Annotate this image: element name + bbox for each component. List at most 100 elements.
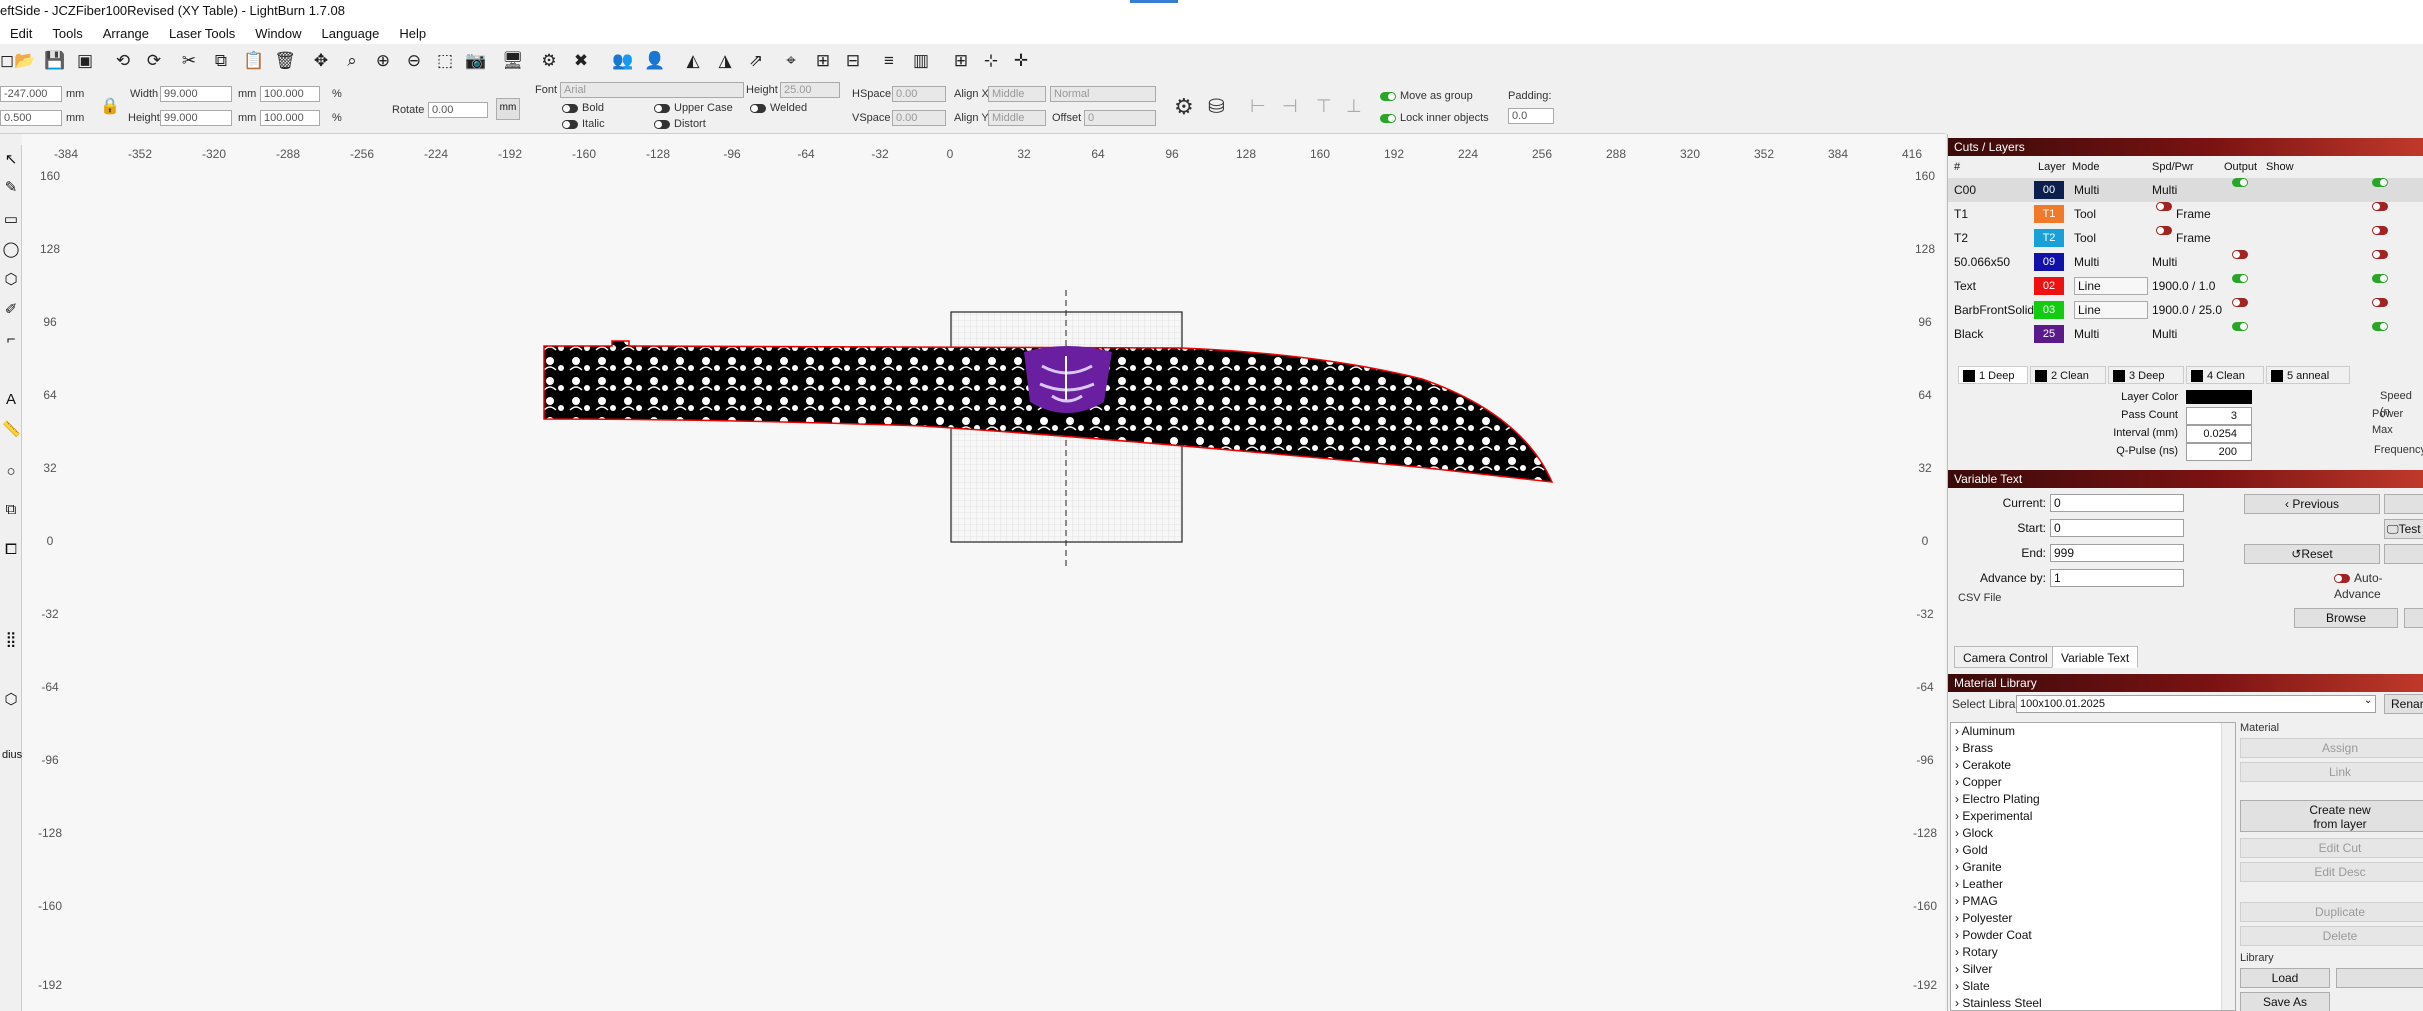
tiger-emblem[interactable] <box>1024 346 1112 413</box>
material-list-item[interactable]: › Powder Coat <box>1951 927 2032 944</box>
material-list-item[interactable]: › Gold <box>1951 842 1988 859</box>
boolean-icon[interactable]: ⧠ <box>2 541 20 559</box>
material-list-item[interactable]: › Granite <box>1951 859 2002 876</box>
spacing-icon[interactable]: ⊹ <box>980 50 1002 72</box>
load-button[interactable]: Load <box>2240 968 2330 988</box>
target-icon[interactable]: ⌖ <box>780 50 802 72</box>
design-canvas[interactable]: -384 -352 -320 -288 -256 -224 -192 -160 … <box>22 134 1945 1011</box>
tab-camera-control[interactable]: Camera Control <box>1954 646 2057 668</box>
polygon-icon[interactable]: ⬡ <box>2 271 20 289</box>
cut-icon[interactable]: ✂ <box>178 50 200 72</box>
material-list-item[interactable]: › Stainless Steel <box>1951 995 2042 1011</box>
redo-icon[interactable]: ⟳ <box>143 50 165 72</box>
material-list-item[interactable]: › Silver <box>1951 961 1992 978</box>
line-icon[interactable]: ⌐ <box>2 331 20 349</box>
grid-array-icon[interactable]: ⣿ <box>2 631 20 649</box>
advance-input[interactable]: 1 <box>2050 569 2184 587</box>
lock-icon[interactable]: 🔒 <box>100 96 120 116</box>
interval-input[interactable]: 0.0254 <box>2186 425 2252 443</box>
load-extra-button[interactable] <box>2336 968 2423 988</box>
material-list-item[interactable]: › PMAG <box>1951 893 1998 910</box>
monitor-icon[interactable]: 🖥 <box>502 50 524 72</box>
grid-icon[interactable]: ⊞ <box>950 50 972 72</box>
layer-color-chip[interactable]: 02 <box>2034 277 2064 295</box>
layer-mode[interactable]: Line <box>2074 277 2148 295</box>
cross-icon[interactable]: ✛ <box>1010 50 1032 72</box>
menu-window[interactable]: Window <box>245 26 311 41</box>
select-icon[interactable]: ↖ <box>2 151 20 169</box>
delete-material-button[interactable]: Delete <box>2240 926 2423 946</box>
layer-row[interactable]: T1 T1 Tool Frame <box>1948 202 2423 226</box>
align-bottom-icon[interactable]: ⊥ <box>1346 96 1362 117</box>
layer-color-chip[interactable]: 03 <box>2034 301 2064 319</box>
edit-cut-button[interactable]: Edit Cut <box>2240 838 2423 858</box>
gear-icon[interactable]: ⚙ <box>538 50 560 72</box>
ellipse-icon[interactable]: ◯ <box>2 241 20 259</box>
subtab-1-deep[interactable]: 1 Deep <box>1958 366 2028 384</box>
material-list-item[interactable]: › Aluminum <box>1951 723 2015 740</box>
font-height-input[interactable]: 25.00 <box>780 82 840 98</box>
circle-tool-icon[interactable]: ○ <box>2 463 20 481</box>
tab-variable-text[interactable]: Variable Text <box>2052 646 2139 668</box>
layer-color-chip[interactable]: T2 <box>2034 229 2064 247</box>
open-file-icon[interactable]: 📂 <box>14 50 36 72</box>
rotary-icon[interactable]: ⚙ <box>1174 94 1194 120</box>
mirror-h-icon[interactable]: ◭ <box>682 50 704 72</box>
save-icon[interactable]: 💾 <box>44 50 66 72</box>
width-percent-input[interactable]: 100.000 <box>260 86 320 102</box>
material-list-item[interactable]: › Polyester <box>1951 910 2012 927</box>
hspace-input[interactable]: 0.00 <box>892 86 946 102</box>
material-list-item[interactable]: › Glock <box>1951 825 1993 842</box>
camera-icon[interactable]: 📷 <box>465 50 487 72</box>
cylinder-icon[interactable]: ⛁ <box>1208 94 1225 119</box>
create-new-button[interactable]: Create new from layer <box>2240 800 2423 832</box>
height-input[interactable]: 99.000 <box>160 110 232 126</box>
layer-color-swatch[interactable] <box>2186 390 2252 404</box>
align-left-icon[interactable]: ⊢ <box>1250 96 1266 117</box>
material-list-item[interactable]: › Brass <box>1951 740 1993 757</box>
distort-toggle[interactable]: Distort <box>654 116 706 132</box>
material-list-item[interactable]: › Copper <box>1951 774 2002 791</box>
zoom-out-icon[interactable]: ⊖ <box>403 50 425 72</box>
align-x-select[interactable]: Middle <box>988 86 1046 102</box>
layer-color-chip[interactable]: 25 <box>2034 325 2064 343</box>
unit-toggle-button[interactable]: mm <box>496 98 520 120</box>
layer-row[interactable]: Black 25 Multi Multi <box>1948 322 2423 346</box>
layer-color-chip[interactable]: 09 <box>2034 253 2064 271</box>
extra-button[interactable] <box>2384 544 2423 564</box>
height-percent-input[interactable]: 100.000 <box>260 110 320 126</box>
move-icon[interactable]: ✥ <box>310 50 332 72</box>
width-input[interactable]: 99.000 <box>160 86 232 102</box>
test-button[interactable]: 🖵Test <box>2384 519 2423 539</box>
csv-extra-button[interactable] <box>2404 608 2423 628</box>
padding-input[interactable]: 0.0 <box>1508 108 1554 124</box>
material-list-item[interactable]: › Slate <box>1951 978 1990 995</box>
reset-button[interactable]: ↺Reset <box>2244 544 2380 564</box>
assign-button[interactable]: Assign <box>2240 738 2423 758</box>
browse-button[interactable]: Browse <box>2294 608 2398 628</box>
undo-icon[interactable]: ⟲ <box>112 50 134 72</box>
menu-help[interactable]: Help <box>389 26 436 41</box>
menu-tools[interactable]: Tools <box>42 26 92 41</box>
welded-toggle[interactable]: Welded <box>750 100 807 116</box>
upper-case-toggle[interactable]: Upper Case <box>654 100 733 116</box>
subtab-3-deep[interactable]: 3 Deep <box>2108 366 2184 384</box>
node-icon[interactable]: ⬡ <box>2 691 20 709</box>
library-select[interactable]: 100x100.01.2025 <box>2016 695 2376 713</box>
menu-language[interactable]: Language <box>312 26 390 41</box>
user-icon[interactable]: 👤 <box>644 50 666 72</box>
group-icon[interactable]: 👥 <box>612 50 634 72</box>
subtab-2-clean[interactable]: 2 Clean <box>2030 366 2106 384</box>
previous-button[interactable]: ‹ Previous <box>2244 494 2380 514</box>
next-button[interactable] <box>2384 494 2423 514</box>
current-input[interactable]: 0 <box>2050 494 2184 512</box>
layer-row[interactable]: Text 02 Line 1900.0 / 1.0 <box>1948 274 2423 298</box>
copy-icon[interactable]: ⧉ <box>210 50 232 72</box>
layer-row[interactable]: BarbFrontSolid 03 Line 1900.0 / 25.0 <box>1948 298 2423 322</box>
edit-nodes-icon[interactable]: ✎ <box>2 179 20 197</box>
align-y-select[interactable]: Middle <box>988 110 1046 126</box>
delete-icon[interactable]: 🗑 <box>274 50 296 72</box>
distribute-v-icon[interactable]: ≡ <box>878 50 900 72</box>
pass-count-input[interactable]: 3 <box>2186 407 2252 425</box>
material-scrollbar[interactable] <box>2221 723 2235 1010</box>
